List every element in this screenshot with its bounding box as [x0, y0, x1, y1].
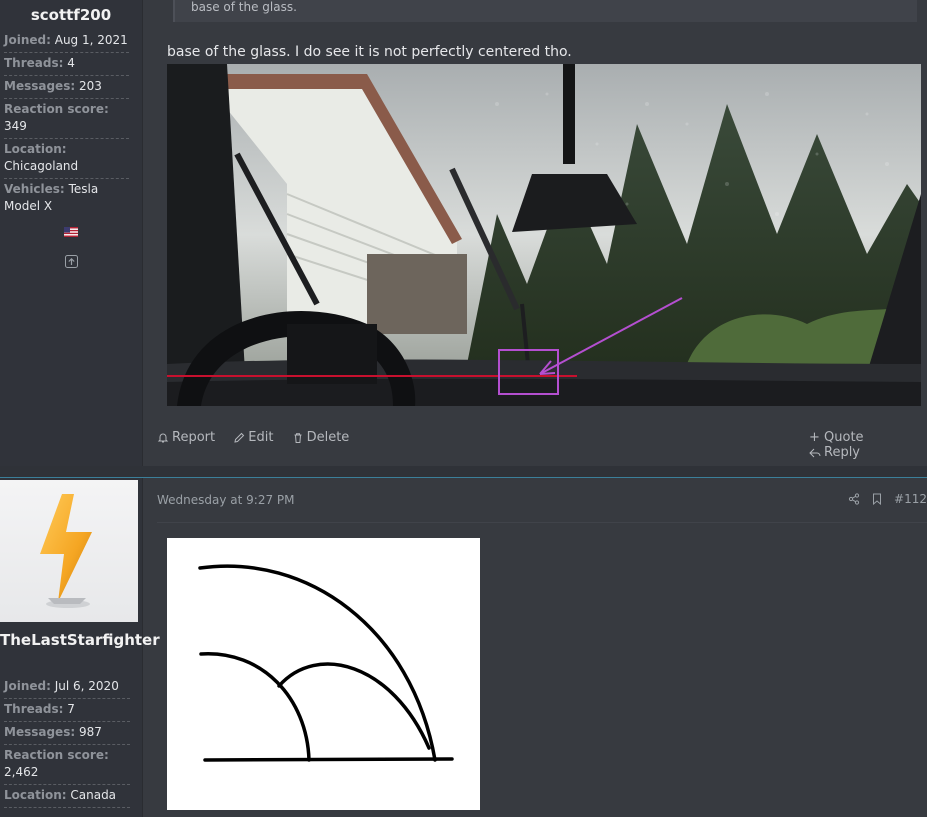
lightning-bolt-avatar-icon — [40, 494, 92, 608]
reply-arrow-icon — [809, 448, 821, 457]
quote-label: + Quote — [809, 430, 864, 445]
quote-button[interactable]: + Quote — [809, 430, 864, 445]
edit-button[interactable]: Edit — [233, 430, 273, 445]
delete-button[interactable]: Delete — [292, 430, 350, 445]
author-username[interactable]: scottf200 — [0, 6, 142, 24]
bookmark-icon[interactable] — [872, 493, 882, 505]
reply-button[interactable]: Reply — [809, 445, 860, 460]
us-flag-icon — [0, 222, 142, 241]
quote-text: base of the glass. — [191, 0, 297, 14]
post-number[interactable]: #112 — [894, 492, 927, 506]
post-main: base of the glass. base of the glass. I … — [143, 0, 927, 466]
windshield-photo[interactable] — [167, 64, 921, 406]
post-main: Wednesday at 9:27 PM #112 — [143, 478, 927, 817]
report-label: Report — [172, 430, 216, 445]
trash-icon — [294, 432, 302, 443]
report-button[interactable]: Report — [157, 430, 215, 445]
post-actions-right: + Quote Reply — [809, 430, 927, 463]
post-tools: #112 — [848, 492, 927, 506]
stat-vehicles: Vehicles: Tesla Model X — [4, 182, 99, 213]
edit-label: Edit — [248, 430, 274, 445]
bell-icon — [157, 433, 169, 442]
post-divider — [0, 466, 927, 478]
pencil-icon — [234, 432, 245, 443]
stat-location: Location: Canada — [4, 785, 130, 808]
reply-label: Reply — [824, 445, 861, 460]
post-body-text: base of the glass. I do see it is not pe… — [167, 44, 572, 60]
stat-messages: Messages: 987 — [4, 722, 130, 745]
stat-threads: Threads: 4 — [4, 53, 129, 76]
stat-joined: Joined: Aug 1, 2021 — [4, 30, 129, 53]
stat-reaction-score: Reaction score: 349 — [4, 99, 129, 139]
stat-threads: Threads: 7 — [4, 699, 130, 722]
expand-up-icon[interactable] — [0, 253, 142, 272]
author-sidebar: TheLastStarfighter Joined: Jul 6, 2020 T… — [0, 478, 160, 817]
quote-block: base of the glass. — [173, 0, 917, 22]
delete-label: Delete — [306, 430, 350, 445]
author-sidebar: scottf200 Joined: Aug 1, 2021 Threads: 4… — [0, 0, 143, 466]
stat-reaction-score: Reaction score: 2,462 — [4, 745, 130, 785]
stat-messages: Messages: 203 — [4, 76, 129, 99]
post-date[interactable]: Wednesday at 9:27 PM — [157, 493, 295, 507]
post-thelaststarfighter: TheLastStarfighter Joined: Jul 6, 2020 T… — [0, 478, 927, 817]
avatar[interactable] — [0, 480, 138, 622]
share-icon[interactable] — [848, 493, 860, 505]
stat-location: Location: Chicagoland — [4, 139, 129, 179]
post-actions-left: Report Edit Delete — [157, 430, 363, 448]
arc-sketch-image[interactable] — [167, 538, 480, 810]
author-username[interactable]: TheLastStarfighter — [0, 630, 160, 650]
post-header-divider — [157, 522, 927, 523]
post-scottf200: scottf200 Joined: Aug 1, 2021 Threads: 4… — [0, 0, 927, 466]
stat-joined: Joined: Jul 6, 2020 — [4, 676, 130, 699]
